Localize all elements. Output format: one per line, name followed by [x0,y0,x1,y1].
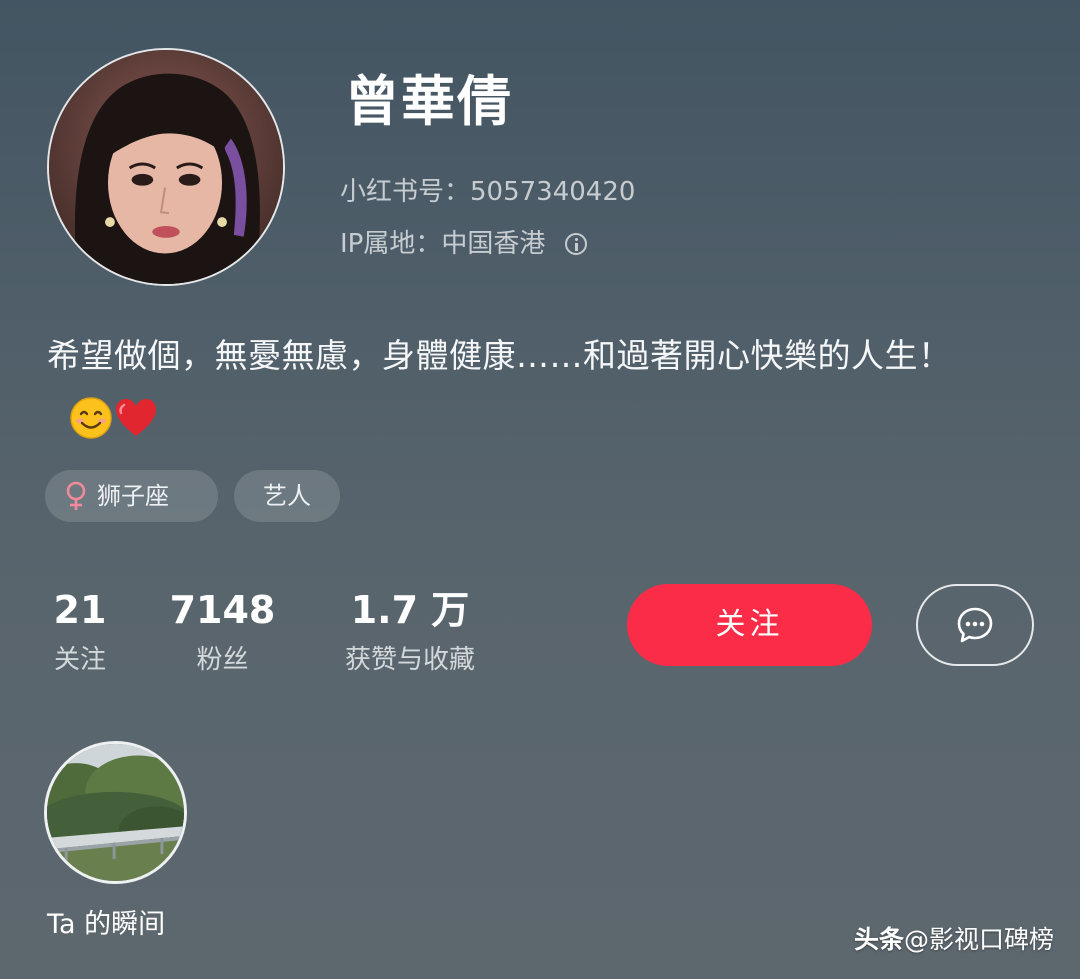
stat-fans[interactable]: 7148 粉丝 [165,586,280,678]
profile-avatar[interactable] [47,48,285,286]
portrait-photo-icon [49,50,283,284]
stat-following-value: 21 [53,588,107,632]
moments-label[interactable]: Ta 的瞬间 [47,906,165,944]
profile-id-text: 小红书号：5057340420 [340,177,636,207]
stat-fans-value: 7148 [169,588,276,632]
info-icon[interactable] [565,233,588,255]
tag-role-label: 艺人 [263,482,311,510]
tag-zodiac[interactable]: 狮子座 [45,470,218,522]
profile-bio: 希望做個，無憂無慮，身體健康……和過著開心快樂的人生！ [47,326,1037,446]
stat-following[interactable]: 21 关注 [40,586,120,678]
profile-name: 曾華倩 [345,70,513,133]
follow-button[interactable]: 关注 [627,584,872,666]
profile-ip-location: IP属地：中国香港 [340,226,588,262]
profile-ip-text: IP属地：中国香港 [340,229,546,259]
stat-fans-label: 粉丝 [196,645,249,675]
red-heart-icon [116,398,156,436]
chat-button[interactable] [916,584,1034,666]
stat-likes-label: 获赞与收藏 [344,645,475,675]
tag-zodiac-label: 狮子座 [97,482,169,510]
stat-likes[interactable]: 1.7 万 获赞与收藏 [325,586,495,678]
watermark-handle: @影视口碑榜 [903,925,1054,954]
stat-following-label: 关注 [53,645,106,675]
profile-id[interactable]: 小红书号：5057340420 [340,174,635,210]
smiling-face-icon [70,396,112,439]
landscape-photo-icon [47,744,184,881]
chat-bubble-icon [957,607,993,643]
watermark: 头条@影视口碑榜 [854,920,1054,960]
watermark-brand: 头条 [853,925,904,954]
female-symbol-icon [66,481,86,510]
tag-role[interactable]: 艺人 [234,470,340,522]
profile-bio-text: 希望做個，無憂無慮，身體健康……和過著開心快樂的人生！ [47,336,952,375]
stat-likes-value: 1.7 万 [350,588,470,632]
moment-thumbnail[interactable] [44,741,187,884]
bio-emojis [47,396,159,440]
